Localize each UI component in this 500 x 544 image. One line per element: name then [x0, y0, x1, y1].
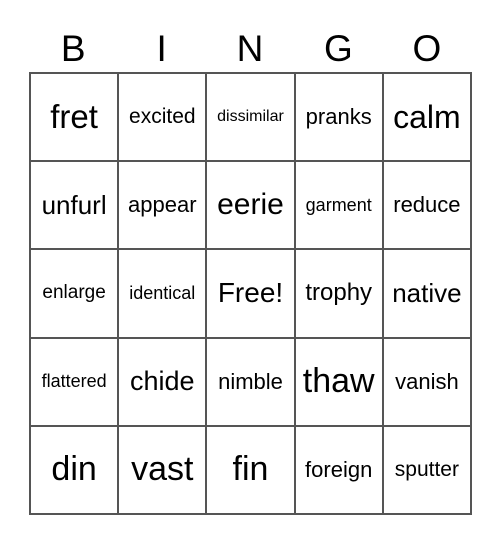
bingo-cell: excited [118, 73, 207, 162]
bingo-cell: garment [294, 161, 383, 250]
bingo-header: B I N G O [29, 26, 471, 72]
bingo-cell: fin [206, 425, 295, 514]
bingo-cell: enlarge [30, 249, 119, 338]
header-letter-b: B [60, 28, 86, 69]
header-letter-o: O [412, 28, 442, 69]
bingo-cell: vanish [382, 337, 471, 426]
bingo-cell: appear [118, 161, 207, 250]
bingo-cell: identical [118, 249, 207, 338]
header-letter-i: I [156, 28, 167, 69]
bingo-cell: trophy [294, 249, 383, 338]
bingo-cell: calm [382, 73, 471, 162]
header-letter-g: G [324, 28, 353, 69]
bingo-cell: dissimilar [206, 73, 295, 162]
bingo-cell: foreign [294, 425, 383, 514]
bingo-cell: pranks [294, 73, 383, 162]
header-letter-n: N [236, 28, 264, 69]
bingo-cell: din [30, 425, 119, 514]
bingo-cell: vast [118, 425, 207, 514]
free-space-cell: Free! [206, 249, 295, 338]
bingo-cell: fret [30, 73, 119, 162]
bingo-cell: flattered [30, 337, 119, 426]
bingo-grid: fret excited dissimilar pranks calm unfu… [29, 72, 472, 515]
bingo-cell: chide [118, 337, 207, 426]
bingo-cell: eerie [206, 161, 295, 250]
bingo-cell: reduce [382, 161, 471, 250]
bingo-cell: nimble [206, 337, 295, 426]
bingo-cell: unfurl [30, 161, 119, 250]
bingo-cell: thaw [294, 337, 383, 426]
bingo-cell: native [382, 249, 471, 338]
bingo-cell: sputter [382, 425, 471, 514]
